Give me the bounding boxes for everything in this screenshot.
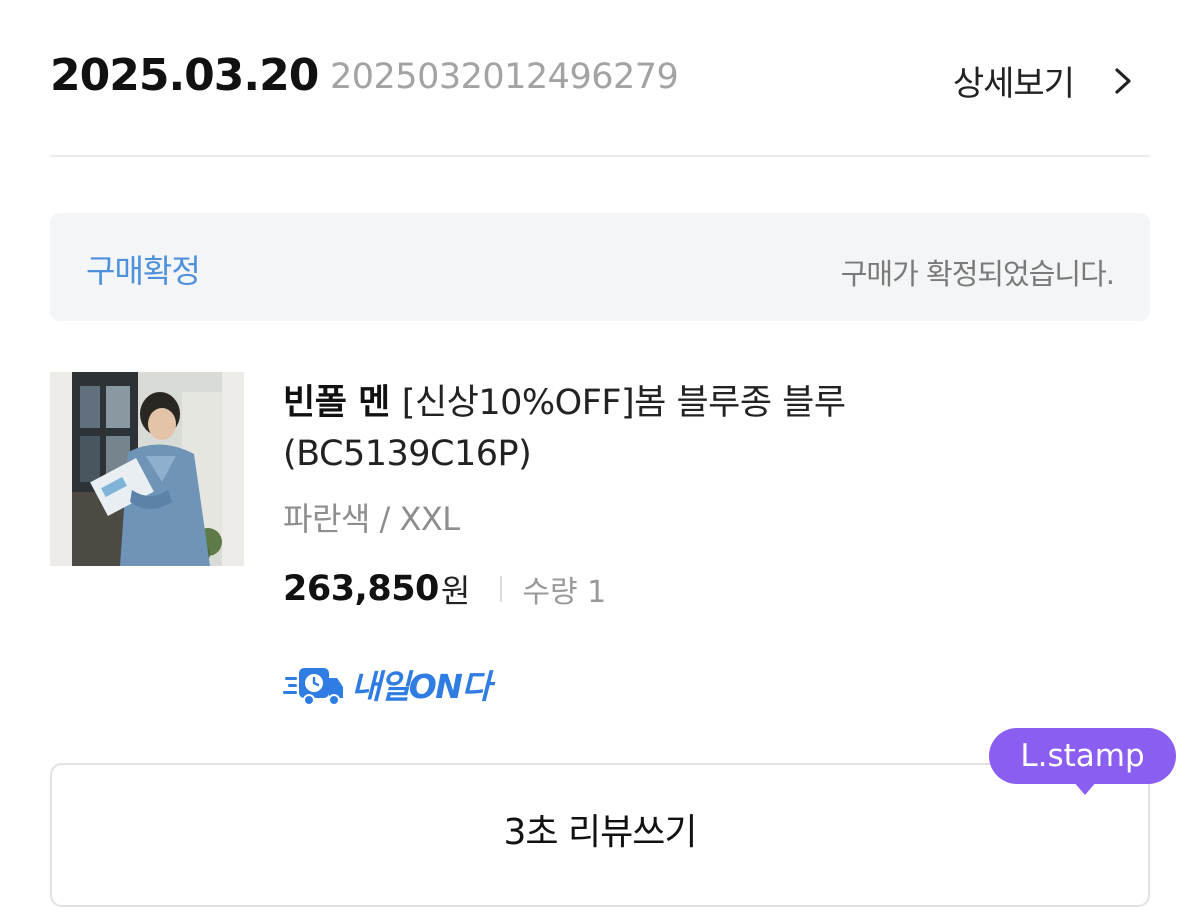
view-details-link[interactable]: 상세보기	[953, 56, 1140, 105]
order-header: 2025.03.20 2025032012496279 상세보기	[50, 48, 1150, 108]
product-price: 263,850	[283, 569, 439, 609]
order-date: 2025.03.20	[50, 50, 319, 101]
currency-label: 원	[440, 572, 471, 610]
divider	[50, 155, 1150, 157]
write-review-label: 3초 리뷰쓰기	[503, 812, 698, 853]
product-title[interactable]: 빈폴 멘 [신상10%OFF]봄 블루종 블루 (BC5139C16P)	[283, 378, 1063, 480]
product-brand: 빈폴 멘	[283, 383, 390, 423]
status-message: 구매가 확정되었습니다.	[840, 257, 1115, 291]
price-row: 263,850 원 수량 1	[283, 566, 606, 612]
chevron-right-icon	[1115, 67, 1131, 94]
order-number: 2025032012496279	[330, 57, 679, 97]
delivery-badge: 내일ON다	[283, 660, 492, 708]
order-status-box: 구매확정 구매가 확정되었습니다.	[50, 213, 1150, 321]
lstamp-badge-tail	[1073, 781, 1097, 795]
lstamp-badge: L.stamp	[989, 728, 1176, 784]
quantity-label: 수량 1	[522, 575, 607, 610]
write-review-button[interactable]: 3초 리뷰쓰기	[50, 763, 1150, 907]
price-separator	[500, 576, 503, 602]
status-label: 구매확정	[86, 252, 201, 290]
view-details-label: 상세보기	[952, 64, 1075, 104]
delivery-truck-icon	[283, 668, 343, 706]
product-thumbnail[interactable]	[50, 372, 244, 566]
product-image	[50, 372, 244, 566]
product-option: 파란색 / XXL	[283, 500, 460, 538]
delivery-label: 내일ON다	[351, 667, 492, 706]
